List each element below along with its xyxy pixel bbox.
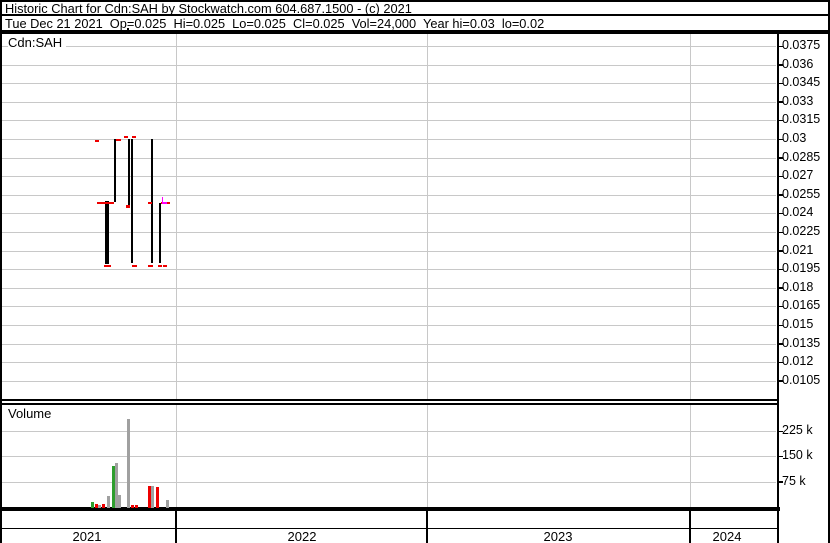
plot-top-border — [0, 30, 830, 34]
price-tick-label: 0.0345 — [782, 75, 821, 90]
symbol-label: Cdn:SAH — [8, 35, 67, 50]
volume-label: Volume — [8, 406, 56, 421]
price-tick-label: 0.021 — [782, 242, 814, 257]
volume-bar — [150, 486, 154, 509]
price-tick-label: 0.03 — [782, 131, 807, 145]
price-gridline — [2, 343, 777, 345]
price-gridline — [2, 176, 777, 178]
price-gridline — [2, 306, 777, 308]
price-tick-label: 0.0315 — [782, 112, 821, 127]
price-tick-label: 0.0135 — [782, 335, 821, 350]
volume-bar — [156, 487, 159, 509]
volume-bar — [135, 504, 138, 509]
price-gridline — [2, 250, 777, 252]
year-boundary-gridline — [426, 33, 428, 399]
last-price-marker — [161, 201, 167, 204]
year-boundary-axis-line — [426, 507, 428, 543]
price-tick-label: 0.012 — [782, 354, 814, 369]
price-tick-label: 0.0375 — [782, 38, 821, 52]
ohlc-bar — [159, 203, 161, 263]
year-boundary-axis-line — [175, 507, 177, 543]
price-tick-label: 0.027 — [782, 168, 814, 183]
year-label: 2022 — [287, 528, 317, 543]
price-gridline — [2, 380, 777, 382]
year-label: 2024 — [712, 528, 742, 543]
volume-bar — [118, 494, 121, 509]
ohlc-bar — [130, 139, 133, 263]
price-gridline — [2, 194, 777, 196]
price-gridline — [2, 213, 777, 215]
volume-bar — [98, 505, 101, 509]
price-tick-label: 0.0285 — [782, 149, 821, 164]
year-boundary-gridline — [426, 404, 428, 507]
volume-tick-label: 225 k — [782, 423, 813, 438]
price-gridline — [2, 120, 777, 122]
x-axis-lower-line — [0, 527, 777, 530]
panel-divider-upper — [0, 398, 779, 401]
price-tick-label: 0.018 — [782, 279, 814, 294]
volume-bar — [126, 419, 130, 509]
volume-bar — [91, 501, 94, 509]
price-tick-label: 0.0225 — [782, 224, 821, 238]
price-gridline — [2, 287, 777, 289]
frame-top-border — [0, 0, 830, 2]
stock-chart: Historic Chart for Cdn:SAH by Stockwatch… — [0, 0, 830, 543]
volume-gridline — [2, 456, 777, 458]
close-tick — [131, 264, 137, 268]
header-divider — [0, 14, 830, 16]
year-label: 2023 — [543, 528, 573, 543]
year-boundary-gridline — [689, 33, 691, 399]
price-gridline — [2, 362, 777, 364]
close-tick — [157, 264, 162, 268]
volume-gridline — [2, 481, 777, 483]
close-tick — [104, 264, 111, 268]
year-boundary-gridline — [175, 404, 177, 507]
year-boundary-gridline — [689, 404, 691, 507]
price-tick-label: 0.0195 — [782, 261, 821, 276]
price-gridline — [2, 269, 777, 271]
year-boundary-gridline — [175, 33, 177, 399]
close-tick — [148, 264, 153, 268]
price-gridline — [2, 46, 777, 47]
price-tick-label: 0.033 — [782, 93, 814, 108]
price-tick-label: 0.0165 — [782, 298, 821, 313]
price-gridline — [2, 83, 777, 85]
ohlc-bar — [107, 201, 109, 265]
close-tick — [132, 136, 136, 139]
panel-divider-lower — [0, 402, 779, 405]
year-boundary-axis-line — [689, 507, 691, 543]
price-gridline — [2, 101, 777, 103]
volume-tick-label: 150 k — [782, 448, 813, 463]
close-tick — [162, 264, 167, 268]
frame-left-border — [0, 0, 3, 543]
price-tick-label: 0.0105 — [782, 372, 821, 387]
ohlc-bar — [127, 139, 130, 209]
close-tick — [123, 136, 128, 139]
price-tick-label: 0.015 — [782, 317, 814, 331]
volume-bar — [131, 504, 134, 509]
price-gridline — [2, 232, 777, 233]
price-tick-label: 0.024 — [782, 205, 814, 220]
volume-gridline — [2, 431, 777, 433]
price-tick-label: 0.0255 — [782, 186, 821, 201]
close-tick — [147, 201, 152, 204]
price-tick-label: 0.036 — [782, 56, 814, 71]
volume-bar — [166, 499, 169, 509]
price-gridline — [2, 64, 777, 66]
close-tick — [94, 139, 99, 142]
ohlc-bar — [113, 139, 116, 203]
volume-bar — [107, 496, 110, 509]
quote-summary-line: Tue Dec 21 2021 Op=0.025 Hi=0.025 Lo=0.0… — [5, 16, 545, 31]
close-tick — [97, 201, 114, 204]
close-tick — [125, 205, 130, 208]
price-gridline — [2, 325, 777, 326]
close-tick — [115, 138, 121, 141]
price-gridline — [2, 157, 777, 159]
volume-tick-label: 75 k — [782, 473, 806, 488]
year-label: 2021 — [72, 528, 102, 543]
volume-bar — [102, 504, 105, 509]
